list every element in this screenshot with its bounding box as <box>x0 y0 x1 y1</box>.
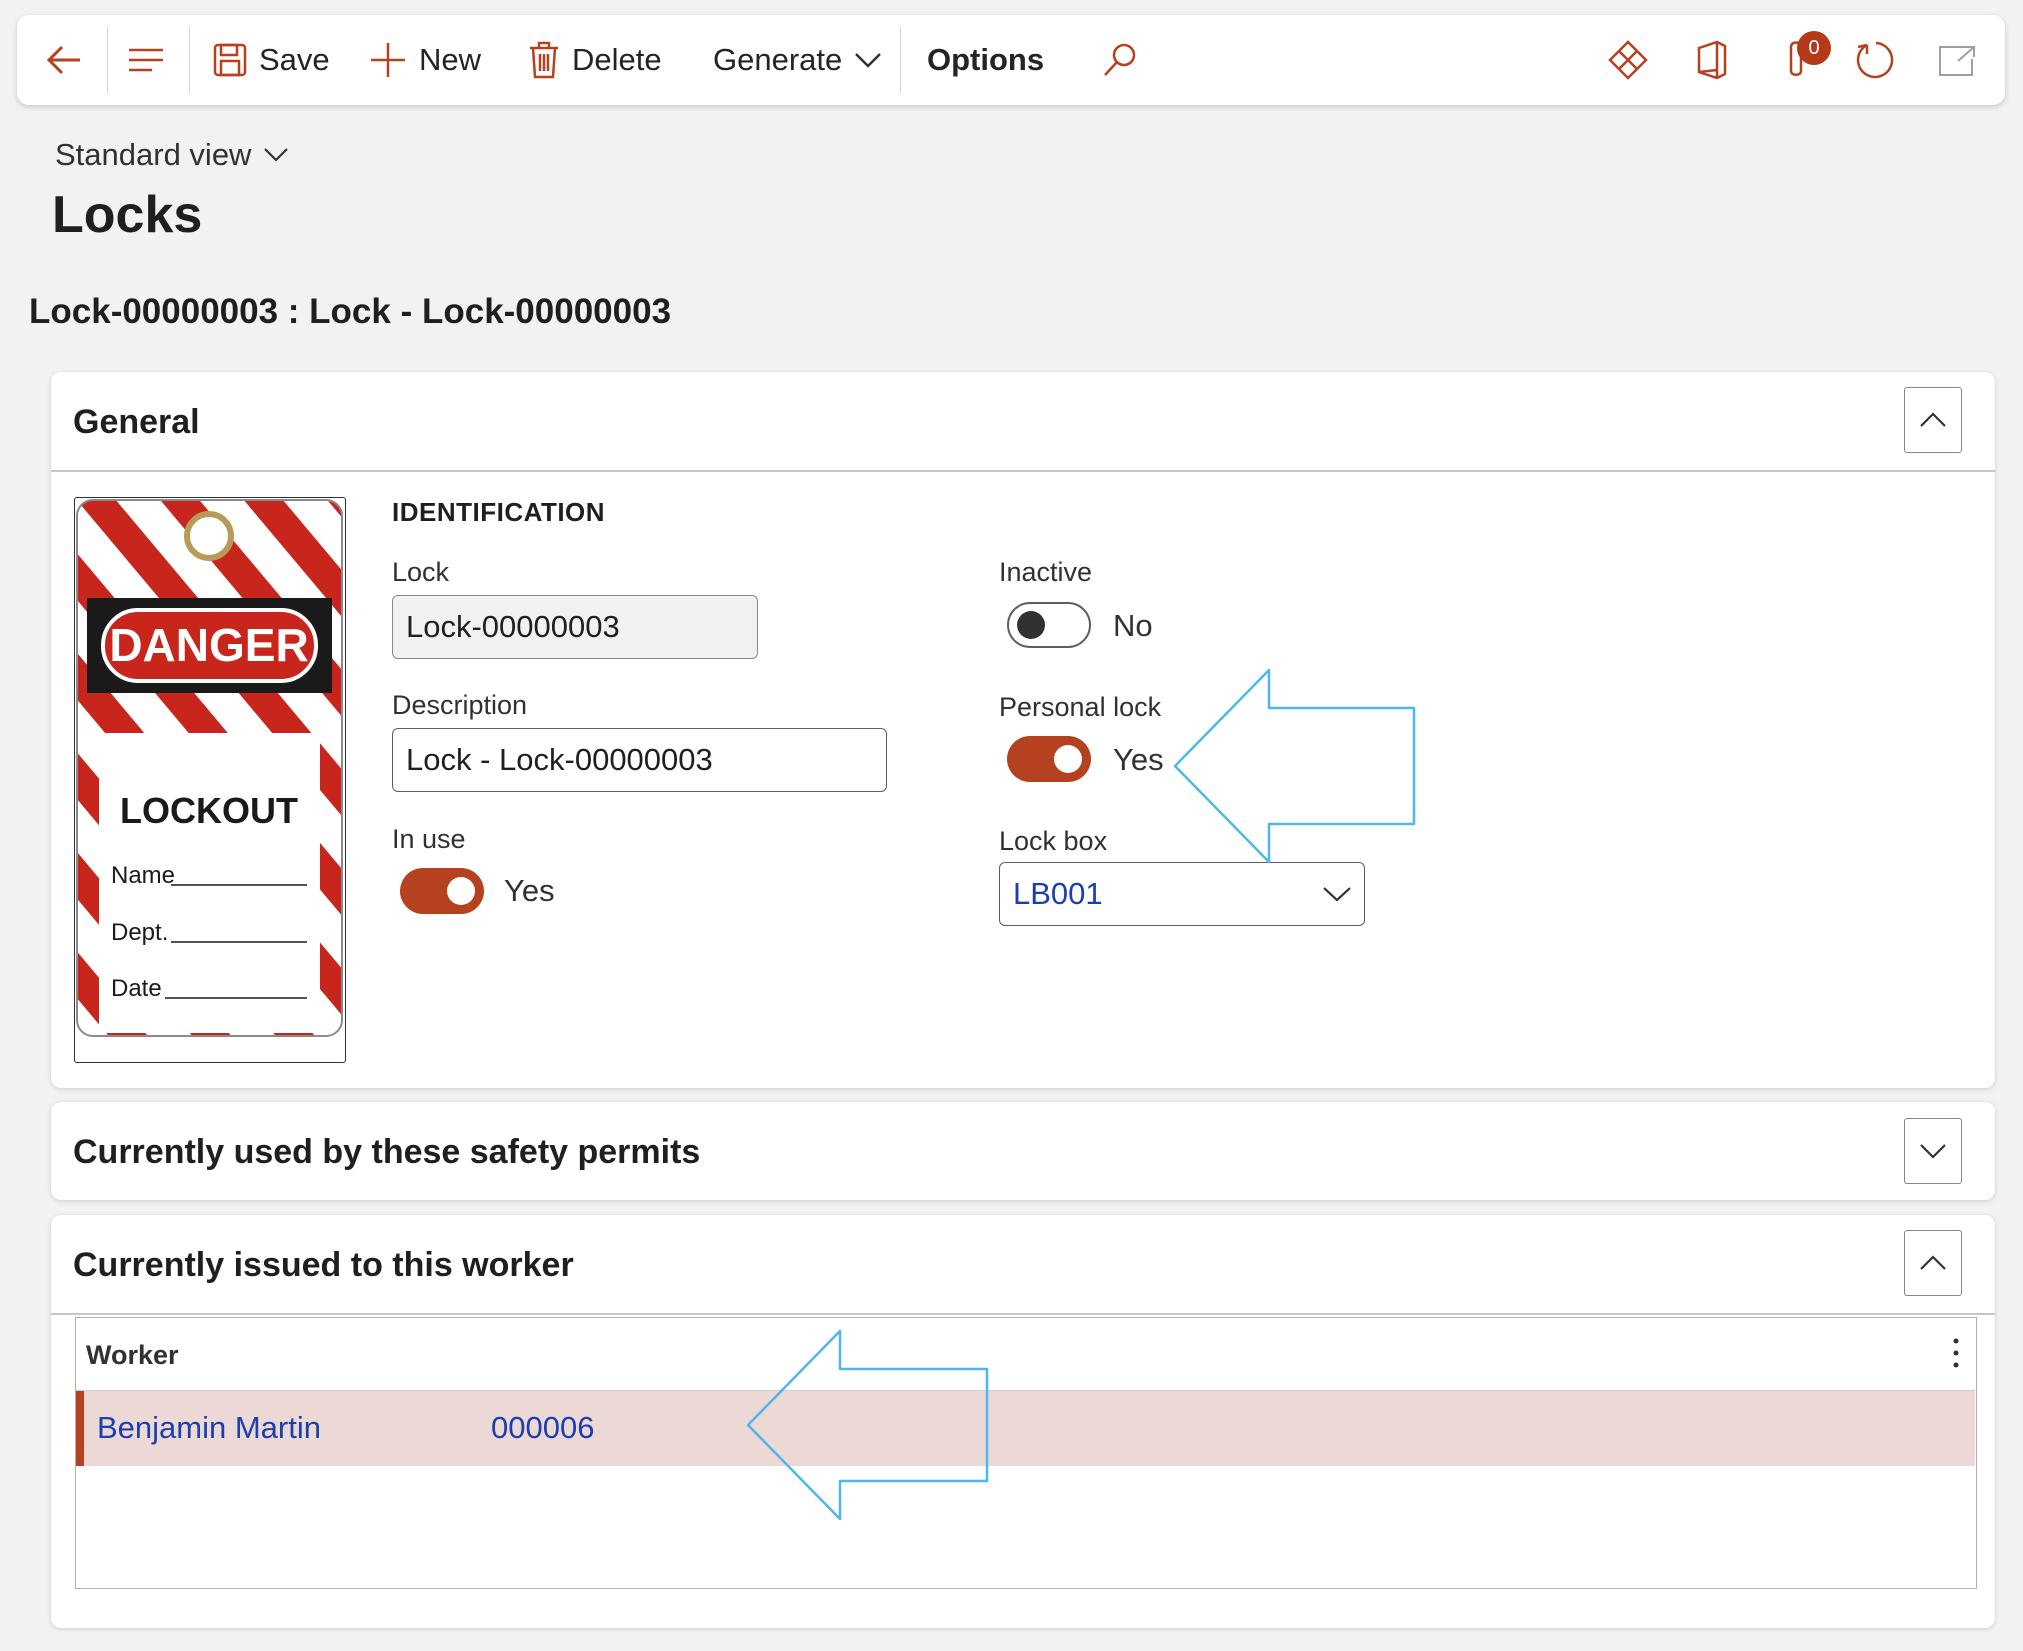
lock-box-dropdown[interactable]: LB001 <box>999 862 1365 926</box>
personal-lock-value: Yes <box>1113 742 1164 777</box>
office-icon[interactable] <box>1688 37 1734 83</box>
annotation-arrow-icon <box>1173 668 1416 864</box>
chevron-down-icon <box>264 148 289 162</box>
new-button[interactable]: New <box>369 15 481 105</box>
worker-grid: Worker Benjamin Martin 000006 <box>75 1317 1977 1589</box>
record-title: Lock-00000003 : Lock - Lock-00000003 <box>29 292 672 331</box>
menu-lines-icon[interactable] <box>123 37 169 83</box>
toggle-knob <box>447 877 475 905</box>
toggle-knob <box>1054 745 1082 773</box>
lock-box-label: Lock box <box>999 826 1108 856</box>
attachments-count-badge: 0 <box>1797 31 1831 65</box>
tag-name-label: Name <box>111 862 175 889</box>
in-use-label: In use <box>392 824 466 854</box>
lockout-text: LOCKOUT <box>120 790 298 831</box>
collapse-worker-button[interactable] <box>1904 1230 1962 1296</box>
worker-name-link[interactable]: Benjamin Martin <box>97 1410 321 1446</box>
inactive-toggle[interactable] <box>1007 602 1091 648</box>
issued-worker-header: Currently issued to this worker <box>73 1246 574 1284</box>
chevron-down-icon <box>1323 887 1351 902</box>
toggle-knob <box>1017 611 1045 639</box>
back-arrow-icon[interactable] <box>41 37 87 83</box>
save-label: Save <box>259 42 330 77</box>
attachments-icon[interactable]: 0 <box>1773 31 1831 83</box>
lock-id-field[interactable]: Lock-00000003 <box>392 595 758 659</box>
toolbar-divider <box>107 27 108 93</box>
chevron-down-icon <box>1920 1144 1946 1159</box>
open-in-new-window-icon[interactable] <box>1935 37 1981 83</box>
expand-safety-permits-button[interactable] <box>1904 1118 1962 1184</box>
delete-button[interactable]: Delete <box>528 15 662 105</box>
worker-id-link[interactable]: 000006 <box>491 1410 594 1446</box>
collapse-general-button[interactable] <box>1904 387 1962 453</box>
inactive-value: No <box>1113 608 1153 643</box>
chevron-down-icon <box>855 53 882 68</box>
refresh-icon[interactable] <box>1853 37 1899 83</box>
section-divider <box>51 1313 1995 1315</box>
search-icon[interactable] <box>1097 37 1143 83</box>
general-fasttab: General DANGER LOCKOUT Name Dept. Date I… <box>51 372 1995 1088</box>
personal-lock-toggle[interactable] <box>1007 736 1091 782</box>
tag-dept-label: Dept. <box>111 919 168 946</box>
issued-worker-fasttab: Currently issued to this worker Worker B… <box>51 1215 1995 1628</box>
generate-menu-button[interactable]: Generate <box>713 15 882 105</box>
table-row[interactable]: Benjamin Martin 000006 <box>76 1391 1975 1466</box>
chevron-up-icon <box>1920 1255 1946 1270</box>
lock-box-value: LB001 <box>1013 876 1103 911</box>
toolbar-divider <box>900 27 901 93</box>
power-apps-diamond-icon[interactable] <box>1605 37 1651 83</box>
delete-label: Delete <box>572 42 662 77</box>
grid-more-options-icon[interactable] <box>1952 1336 1960 1370</box>
save-icon <box>213 43 247 77</box>
section-divider <box>51 470 1995 472</box>
action-pane: Save New Delete Generate Options 0 <box>17 15 2005 105</box>
general-header: General <box>73 403 200 441</box>
inactive-label: Inactive <box>999 557 1093 587</box>
chevron-up-icon <box>1920 412 1946 427</box>
new-label: New <box>419 42 482 77</box>
save-button[interactable]: Save <box>213 15 330 105</box>
selected-row-indicator <box>76 1391 84 1466</box>
lock-image-frame[interactable]: DANGER LOCKOUT Name Dept. Date <box>74 497 346 1063</box>
view-selector-label: Standard view <box>55 137 252 172</box>
options-button[interactable]: Options <box>927 15 1044 105</box>
in-use-toggle[interactable] <box>400 868 484 914</box>
trash-icon <box>530 41 558 79</box>
description-field[interactable]: Lock - Lock-00000003 <box>392 728 887 792</box>
page-title: Locks <box>52 186 203 244</box>
worker-column-header[interactable]: Worker <box>86 1340 179 1371</box>
description-label: Description <box>392 690 528 720</box>
toolbar-divider <box>189 27 190 93</box>
annotation-arrow-icon <box>746 1329 989 1521</box>
options-label: Options <box>927 42 1045 77</box>
identification-group-title: IDENTIFICATION <box>392 497 606 527</box>
plus-icon <box>371 43 405 77</box>
safety-permits-fasttab: Currently used by these safety permits <box>51 1102 1995 1200</box>
tag-date-label: Date <box>111 975 162 1002</box>
personal-lock-label: Personal lock <box>999 692 1162 722</box>
safety-permits-header: Currently used by these safety permits <box>73 1133 701 1171</box>
lock-label: Lock <box>392 557 450 587</box>
view-selector[interactable]: Standard view <box>55 137 289 173</box>
danger-text: DANGER <box>109 619 308 671</box>
in-use-value: Yes <box>504 873 555 908</box>
lockout-tag-image: DANGER LOCKOUT Name Dept. Date <box>76 499 343 1037</box>
generate-label: Generate <box>713 42 843 77</box>
